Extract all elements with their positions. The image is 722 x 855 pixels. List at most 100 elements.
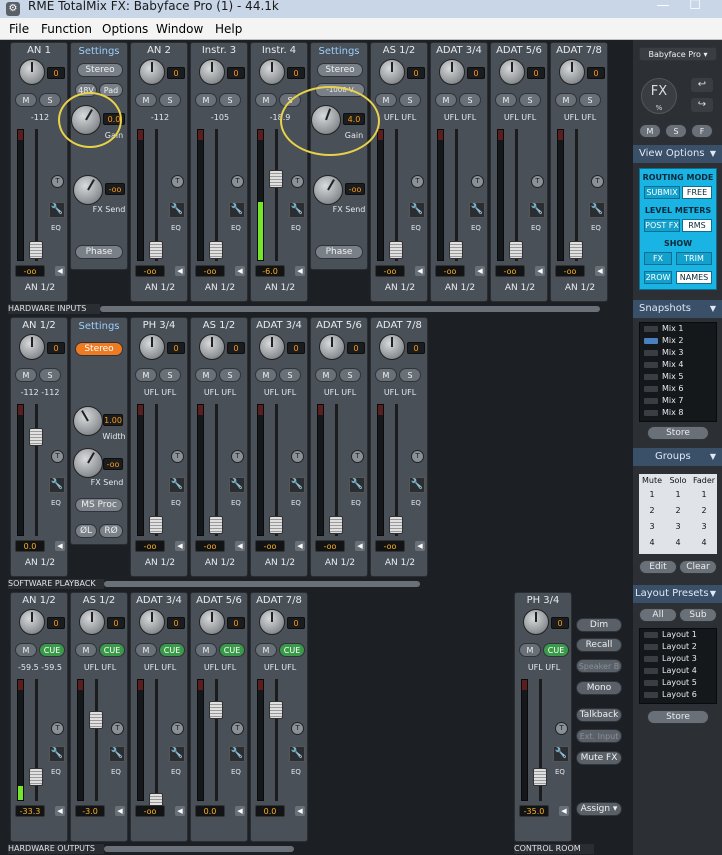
settings-title-2[interactable]: Settings <box>311 46 367 57</box>
mute-button[interactable]: M <box>375 93 397 107</box>
layout-item[interactable]: Layout 6 <box>640 689 716 701</box>
channel-name[interactable]: AS 1/2 <box>71 595 127 606</box>
wrench-icon[interactable]: 🔧 <box>589 202 605 218</box>
channel-name[interactable]: ADAT 7/8 <box>551 45 607 56</box>
wrench-icon[interactable]: 🔧 <box>289 746 305 762</box>
group-cell[interactable]: 1 <box>639 490 665 499</box>
ms-proc-button[interactable]: MS Proc <box>75 498 123 512</box>
fader-arrow-icon[interactable]: ◀ <box>235 806 245 816</box>
trim-t-button[interactable]: T <box>531 175 544 188</box>
eq-label[interactable]: EQ <box>591 224 601 232</box>
output-label[interactable]: AN 1/2 <box>371 283 429 293</box>
eq-label[interactable]: EQ <box>51 768 61 776</box>
assign-button[interactable]: Assign ▾ <box>576 802 622 816</box>
fader-handle[interactable] <box>389 516 403 534</box>
pan-knob[interactable] <box>139 59 165 85</box>
snapshot-item[interactable]: Mix 8 <box>640 407 716 419</box>
pan-knob[interactable] <box>319 334 345 360</box>
solo-button[interactable]: S <box>459 93 481 107</box>
wrench-icon[interactable]: 🔧 <box>289 477 305 493</box>
channel-name[interactable]: ADAT 3/4 <box>431 45 487 56</box>
group-cell[interactable]: 3 <box>639 522 665 531</box>
playback-stereo-button[interactable]: Stereo <box>75 342 123 356</box>
fader-arrow-icon[interactable]: ◀ <box>415 266 425 276</box>
trim-t-button[interactable]: T <box>291 175 304 188</box>
mute-button[interactable]: M <box>255 368 277 382</box>
snapshot-item[interactable]: Mix 1 <box>640 323 716 335</box>
fader-arrow-icon[interactable]: ◀ <box>295 806 305 816</box>
output-label[interactable]: AN 1/2 <box>191 558 249 568</box>
channel-name[interactable]: ADAT 5/6 <box>491 45 547 56</box>
channel-name[interactable]: ADAT 7/8 <box>251 595 307 606</box>
pan-knob[interactable] <box>499 59 525 85</box>
trim-t-button[interactable]: T <box>51 175 64 188</box>
fader-arrow-icon[interactable]: ◀ <box>295 541 305 551</box>
mute-button[interactable]: M <box>375 368 397 382</box>
rms-button[interactable]: RMS <box>682 219 712 232</box>
pan-knob[interactable] <box>439 59 465 85</box>
phase-button-2[interactable]: Phase <box>315 245 363 259</box>
snapshots-header[interactable]: Snapshots ▼ <box>633 300 722 318</box>
wrench-icon[interactable]: 🔧 <box>409 202 425 218</box>
speaker-b-button[interactable]: Speaker B <box>576 659 622 673</box>
fader-handle[interactable] <box>29 241 43 259</box>
fx-knob[interactable]: FX% <box>641 78 677 114</box>
wrench-icon[interactable]: 🔧 <box>169 477 185 493</box>
layout-item[interactable]: Layout 1 <box>640 629 716 641</box>
layout-presets-header[interactable]: Layout Presets ▼ <box>633 585 722 603</box>
eq-label[interactable]: EQ <box>111 768 121 776</box>
fader-handle[interactable] <box>509 241 523 259</box>
layout-item[interactable]: Layout 4 <box>640 665 716 677</box>
eq-label[interactable]: EQ <box>51 499 61 507</box>
phase-left-button[interactable]: ØL <box>75 524 97 538</box>
free-button[interactable]: FREE <box>682 186 712 199</box>
stereo-button[interactable]: Stereo <box>77 63 123 77</box>
fader-arrow-icon[interactable]: ◀ <box>355 541 365 551</box>
wrench-icon[interactable]: 🔧 <box>409 477 425 493</box>
fader-arrow-icon[interactable]: ◀ <box>55 541 65 551</box>
cue-button[interactable]: CUE <box>159 643 185 657</box>
fader-arrow-icon[interactable]: ◀ <box>559 806 569 816</box>
talkback-button[interactable]: Talkback <box>576 708 622 722</box>
snapshot-item[interactable]: Mix 5 <box>640 371 716 383</box>
wrench-icon[interactable]: 🔧 <box>49 746 65 762</box>
eq-label[interactable]: EQ <box>171 224 181 232</box>
eq-label[interactable]: EQ <box>51 224 61 232</box>
fx-send-knob-2[interactable] <box>313 175 343 205</box>
eq-label[interactable]: EQ <box>291 768 301 776</box>
fader-handle[interactable] <box>209 516 223 534</box>
channel-name[interactable]: ADAT 3/4 <box>251 320 307 331</box>
show-2row-button[interactable]: 2ROW <box>644 271 672 284</box>
solo-button[interactable]: S <box>159 368 181 382</box>
wrench-icon[interactable]: 🔧 <box>289 202 305 218</box>
group-cell[interactable]: 2 <box>665 506 691 515</box>
wrench-icon[interactable]: 🔧 <box>229 477 245 493</box>
eq-label[interactable]: EQ <box>171 768 181 776</box>
menu-options[interactable]: Options <box>102 18 148 40</box>
solo-button[interactable]: S <box>339 368 361 382</box>
wrench-icon[interactable]: 🔧 <box>529 202 545 218</box>
layout-sub-button[interactable]: Sub <box>679 608 717 622</box>
eq-label[interactable]: EQ <box>351 499 361 507</box>
fader-handle[interactable] <box>569 241 583 259</box>
trim-t-button[interactable]: T <box>171 175 184 188</box>
trim-t-button[interactable]: T <box>231 175 244 188</box>
mute-fx-button[interactable]: Mute FX <box>576 751 622 765</box>
fader-handle[interactable] <box>269 170 283 188</box>
mute-button[interactable]: M <box>15 368 37 382</box>
mute-button[interactable]: M <box>255 643 277 657</box>
mute-button[interactable]: M <box>495 93 517 107</box>
fader-handle[interactable] <box>209 701 223 719</box>
pan-knob[interactable] <box>199 59 225 85</box>
wrench-icon[interactable]: 🔧 <box>553 746 569 762</box>
trim-t-button[interactable]: T <box>411 175 424 188</box>
cue-button[interactable]: CUE <box>219 643 245 657</box>
trim-t-button[interactable]: T <box>231 722 244 735</box>
layout-store-button[interactable]: Store <box>647 710 709 724</box>
pan-knob[interactable] <box>259 609 285 635</box>
fader-handle[interactable] <box>89 711 103 729</box>
fader-arrow-icon[interactable]: ◀ <box>295 266 305 276</box>
layout-item[interactable]: Layout 3 <box>640 653 716 665</box>
wrench-icon[interactable]: 🔧 <box>49 202 65 218</box>
pan-knob[interactable] <box>19 59 45 85</box>
